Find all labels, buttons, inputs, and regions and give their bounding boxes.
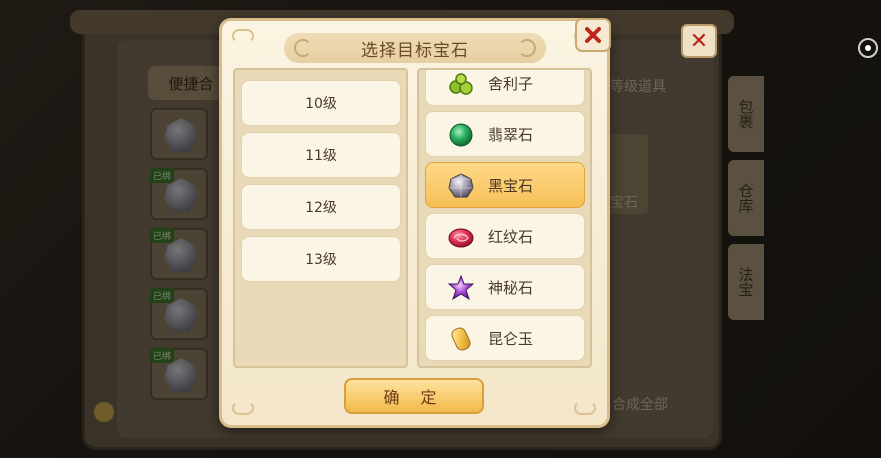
confirm-button[interactable]: 确 定	[344, 378, 484, 414]
record-indicator-icon[interactable]	[858, 38, 878, 58]
gem-list[interactable]: 舍利子 翡翠石 黑宝石 红纹石 神秘石 昆仑玉	[417, 68, 592, 368]
gem-label: 舍利子	[488, 75, 534, 93]
gem-label: 神秘石	[488, 279, 534, 297]
dialog-title-bar: 选择目标宝石	[284, 33, 546, 63]
close-button[interactable]	[575, 18, 611, 52]
sarira-icon	[449, 73, 473, 95]
level-item-10[interactable]: 10级	[241, 80, 401, 126]
corner-ornament-icon	[232, 401, 254, 415]
black-gem-icon	[448, 173, 474, 198]
swirl-ornament-icon	[294, 39, 312, 57]
gem-item-emerald[interactable]: 翡翠石	[425, 111, 585, 157]
gem-label: 黑宝石	[488, 177, 534, 195]
corner-ornament-icon	[232, 29, 254, 43]
dialog-title: 选择目标宝石	[361, 40, 469, 61]
level-item-13[interactable]: 13级	[241, 236, 401, 282]
swirl-ornament-icon	[518, 39, 536, 57]
gem-item-kunlun-jade[interactable]: 昆仑玉	[425, 315, 585, 361]
kunlun-jade-icon	[451, 327, 471, 351]
close-x-icon	[585, 27, 601, 43]
red-vein-stone-icon	[448, 228, 474, 248]
level-item-12[interactable]: 12级	[241, 184, 401, 230]
background-close-button[interactable]: ✕	[681, 24, 717, 58]
level-item-11[interactable]: 11级	[241, 132, 401, 178]
gem-item-mystery-stone[interactable]: 神秘石	[425, 264, 585, 310]
gem-item-black-gem[interactable]: 黑宝石	[425, 162, 585, 208]
gem-label: 翡翠石	[488, 126, 534, 144]
gem-item-red-vein-stone[interactable]: 红纹石	[425, 213, 585, 259]
gem-label: 红纹石	[488, 228, 534, 246]
level-list[interactable]: 10级 11级 12级 13级	[233, 68, 408, 368]
close-x-icon: ✕	[689, 28, 709, 54]
gem-label: 昆仑玉	[488, 330, 534, 348]
mystery-stone-icon	[448, 275, 474, 301]
emerald-icon	[449, 123, 473, 147]
gem-item-sarira[interactable]: 舍利子	[425, 70, 585, 106]
corner-ornament-icon	[574, 401, 596, 415]
